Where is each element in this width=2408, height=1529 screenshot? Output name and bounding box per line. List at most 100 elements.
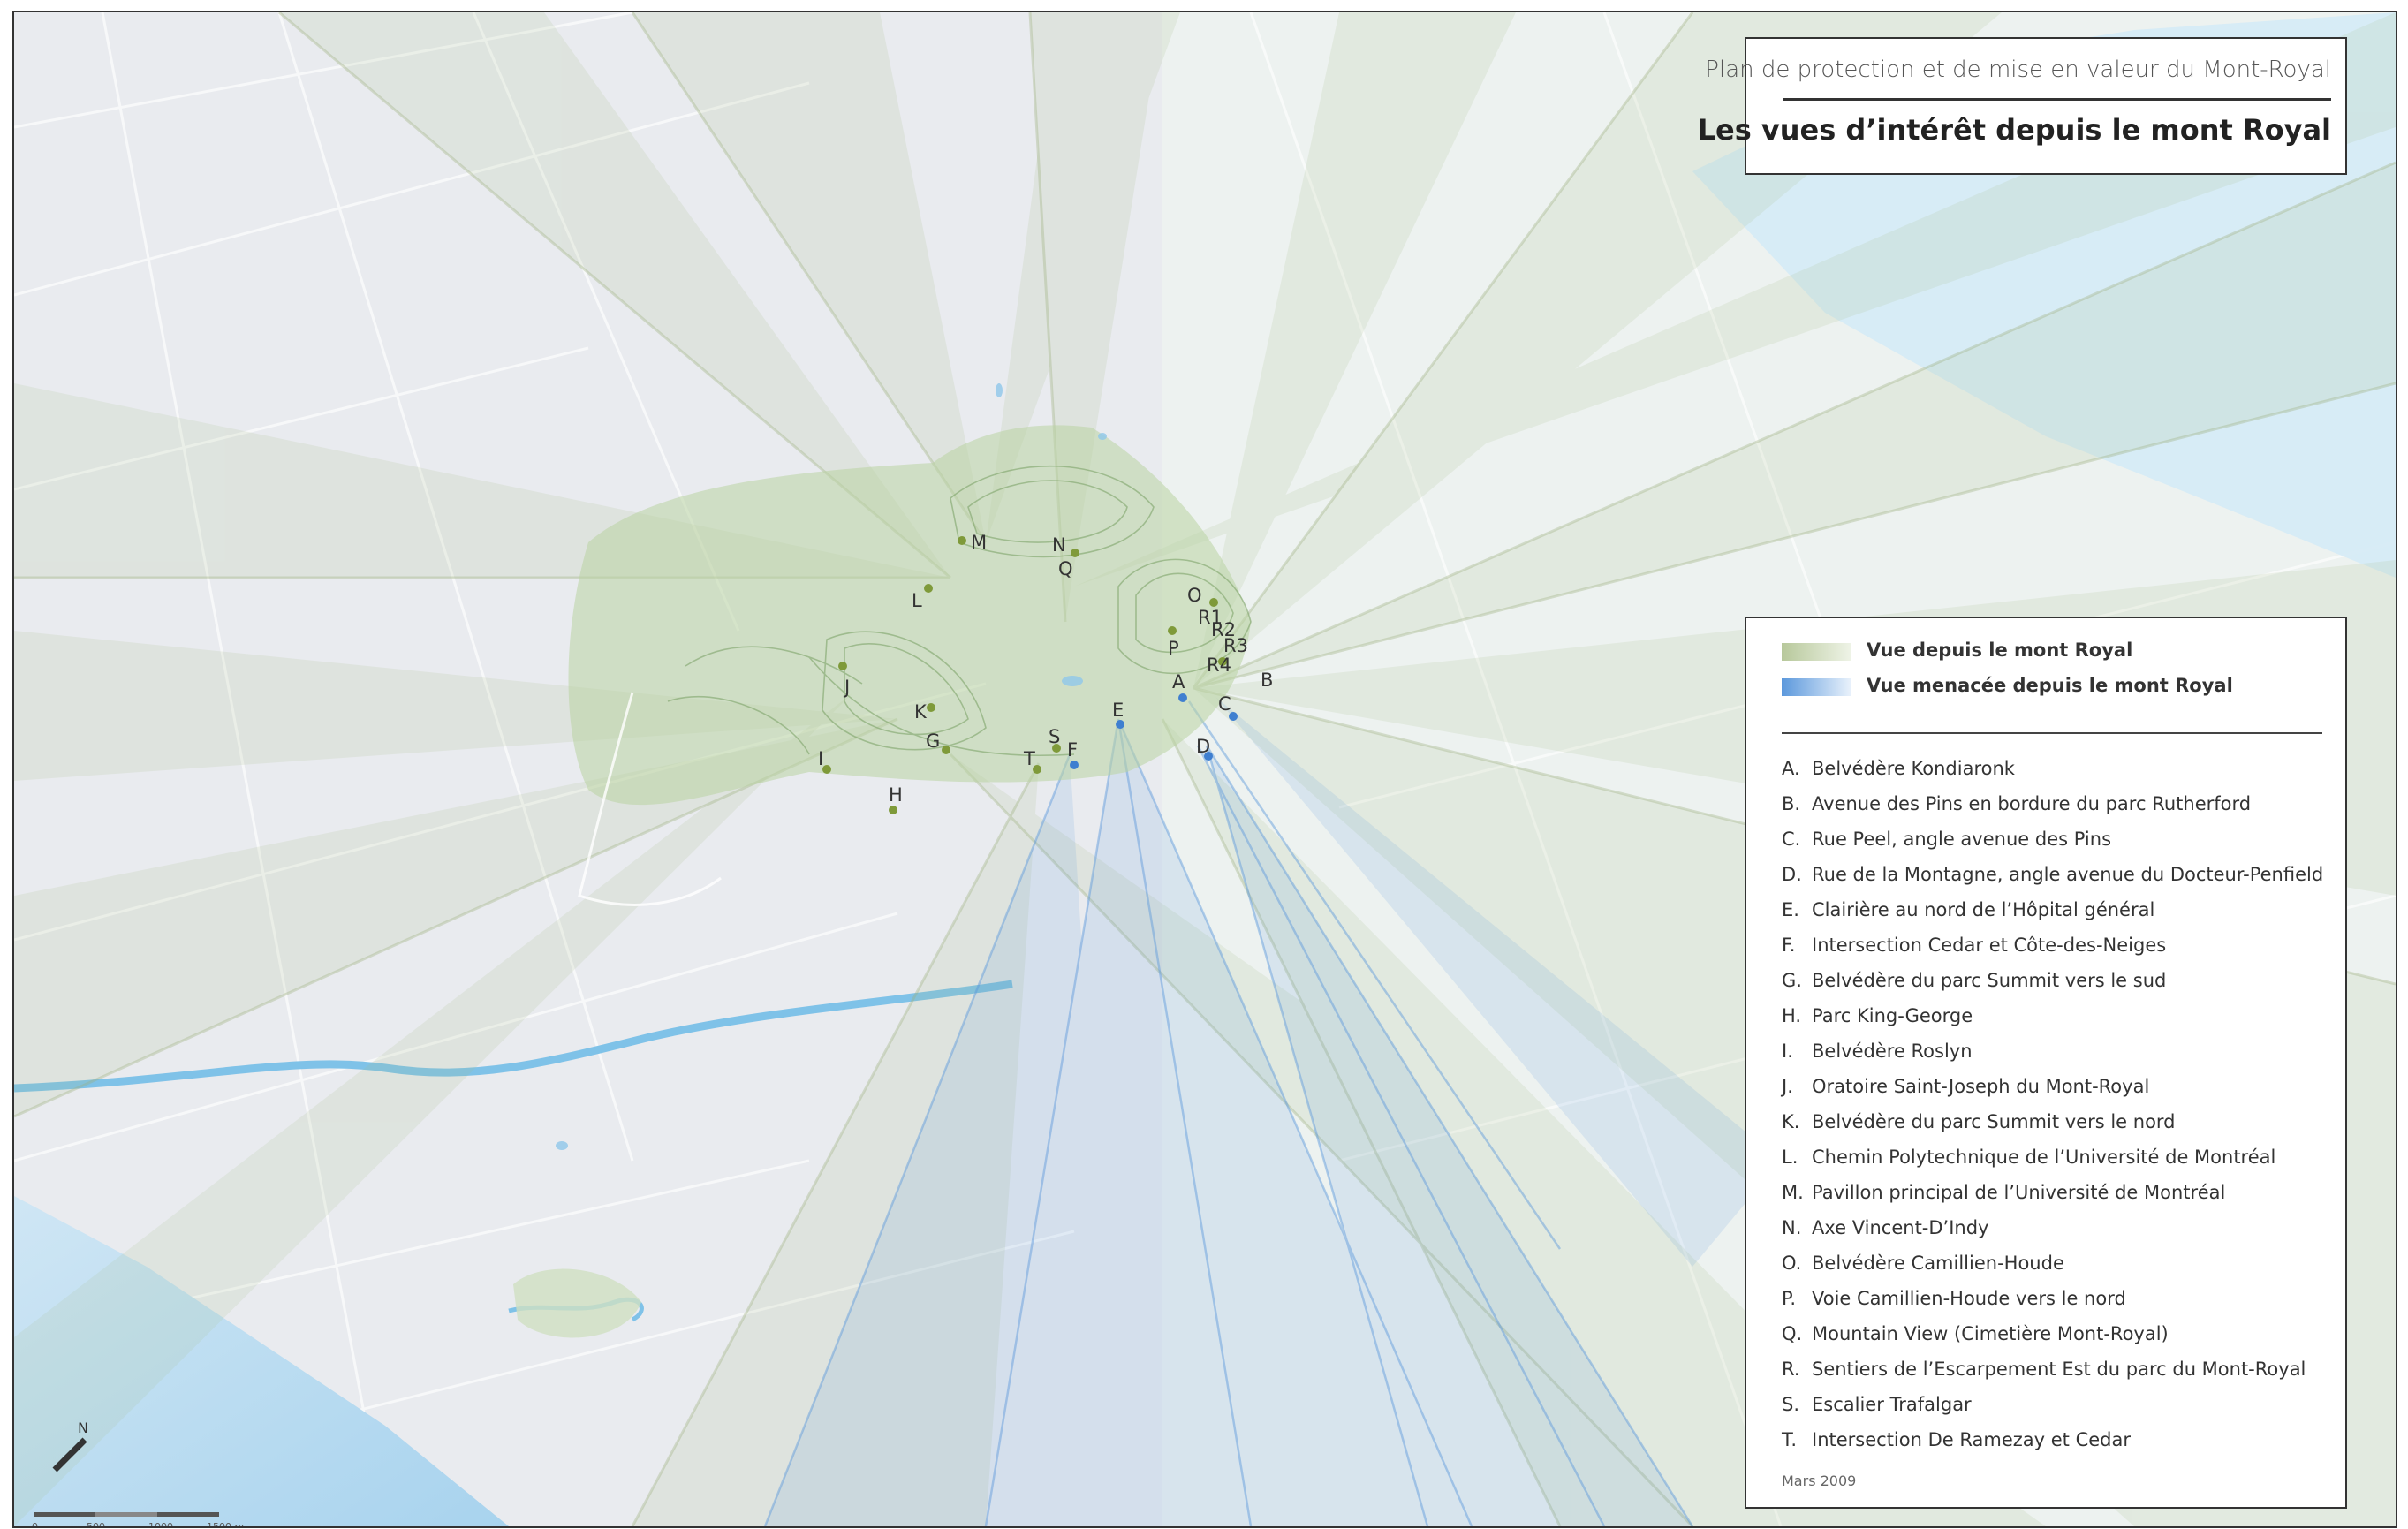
viewpoint-name: Rue Peel, angle avenue des Pins bbox=[1812, 829, 2112, 850]
viewpoint-code: C. bbox=[1782, 829, 1801, 850]
viewpoint-f[interactable] bbox=[1070, 761, 1079, 769]
viewpoint-name: Escalier Trafalgar bbox=[1812, 1394, 1972, 1415]
label-o: O bbox=[1187, 585, 1202, 606]
label-r3: R3 bbox=[1223, 635, 1248, 656]
label-k: K bbox=[914, 701, 928, 723]
list-item: K. Belvédère du parc Summit vers le nord bbox=[1782, 1104, 2323, 1139]
date-label: Mars 2009 bbox=[1782, 1472, 1857, 1489]
viewpoint-code: N. bbox=[1782, 1217, 1802, 1238]
list-item: S. Escalier Trafalgar bbox=[1782, 1387, 2323, 1422]
viewpoint-name: Axe Vincent-D’Indy bbox=[1812, 1217, 1989, 1238]
label-n: N bbox=[1052, 534, 1066, 556]
legend-divider bbox=[1782, 732, 2322, 734]
viewpoint-code: T. bbox=[1782, 1429, 1798, 1450]
list-item: C. Rue Peel, angle avenue des Pins bbox=[1782, 821, 2323, 857]
scale-tick-1000: 1000 bbox=[148, 1521, 173, 1528]
legend-label-view: Vue depuis le mont Royal bbox=[1867, 640, 2133, 661]
viewpoint-code: D. bbox=[1782, 864, 1802, 885]
label-s: S bbox=[1049, 726, 1060, 747]
viewpoint-code: H. bbox=[1782, 1005, 1802, 1026]
viewpoint-name: Pavillon principal de l’Université de Mo… bbox=[1812, 1182, 2226, 1203]
scale-tick-1500: 1500 m bbox=[207, 1521, 244, 1528]
legend: Vue depuis le mont Royal Vue menacée dep… bbox=[1745, 617, 2347, 1509]
label-p: P bbox=[1168, 638, 1179, 659]
list-item: J. Oratoire Saint-Joseph du Mont-Royal bbox=[1782, 1069, 2323, 1104]
list-item: R. Sentiers de l’Escarpement Est du parc … bbox=[1782, 1351, 2323, 1387]
list-item: I. Belvédère Roslyn bbox=[1782, 1033, 2323, 1069]
map-title: Les vues d’intérêt depuis le mont Royal bbox=[1697, 113, 2331, 147]
viewpoint-a[interactable] bbox=[1178, 693, 1187, 702]
viewpoint-list: A. Belvédère Kondiaronk B. Avenue des Pins … bbox=[1782, 751, 2323, 1457]
list-item: H. Parc King-George bbox=[1782, 998, 2323, 1033]
list-item: L. Chemin Polytechnique de l’Université d… bbox=[1782, 1139, 2323, 1175]
viewpoint-name: Belvédère du parc Summit vers le sud bbox=[1812, 970, 2167, 991]
list-item: E. Clairière au nord de l’Hôpital général bbox=[1782, 892, 2323, 927]
list-item: Q. Mountain View (Cimetière Mont-Royal) bbox=[1782, 1316, 2323, 1351]
viewpoint-name: Clairière au nord de l’Hôpital général bbox=[1812, 899, 2155, 920]
viewpoint-code: B. bbox=[1782, 793, 1801, 814]
viewpoint-l[interactable] bbox=[924, 584, 933, 593]
list-item: G. Belvédère du parc Summit vers le sud bbox=[1782, 963, 2323, 998]
viewpoint-e[interactable] bbox=[1116, 720, 1124, 729]
legend-swatch-view bbox=[1782, 643, 1851, 661]
viewpoint-name: Intersection De Ramezay et Cedar bbox=[1812, 1429, 2131, 1450]
list-item: A. Belvédère Kondiaronk bbox=[1782, 751, 2323, 786]
north-arrow-icon: N bbox=[52, 1419, 88, 1472]
label-a: A bbox=[1172, 671, 1185, 693]
viewpoint-name: Rue de la Montagne, angle avenue du Doct… bbox=[1812, 864, 2324, 885]
plan-subtitle: Plan de protection et de mise en valeur … bbox=[1705, 57, 2331, 83]
viewpoint-name: Mountain View (Cimetière Mont-Royal) bbox=[1812, 1323, 2169, 1344]
list-item: N. Axe Vincent-D’Indy bbox=[1782, 1210, 2323, 1245]
label-r4: R4 bbox=[1207, 655, 1231, 676]
list-item: F. Intersection Cedar et Côte-des-Neiges bbox=[1782, 927, 2323, 963]
scale-tick-500: 500 bbox=[87, 1521, 105, 1528]
viewpoint-code: S. bbox=[1782, 1394, 1800, 1415]
viewpoint-code: P. bbox=[1782, 1288, 1797, 1309]
viewpoint-n[interactable] bbox=[1071, 549, 1079, 557]
viewpoint-name: Parc King-George bbox=[1812, 1005, 1973, 1026]
scale-bar: 0 500 1000 1500 m bbox=[32, 1512, 244, 1528]
viewpoint-code: M. bbox=[1782, 1182, 1804, 1203]
label-t: T bbox=[1023, 748, 1035, 769]
legend-label-threatened-view: Vue menacée depuis le mont Royal bbox=[1867, 675, 2233, 696]
viewpoint-k[interactable] bbox=[927, 703, 935, 712]
north-label: N bbox=[78, 1419, 88, 1436]
title-divider bbox=[1783, 98, 2331, 101]
viewpoint-code: J. bbox=[1782, 1076, 1793, 1097]
scale-tick-0: 0 bbox=[32, 1521, 38, 1528]
viewpoint-g[interactable] bbox=[942, 746, 950, 754]
label-c: C bbox=[1218, 693, 1231, 715]
list-item: M. Pavillon principal de l’Université de … bbox=[1782, 1175, 2323, 1210]
label-m: M bbox=[971, 532, 987, 553]
label-h: H bbox=[889, 784, 903, 806]
viewpoint-name: Chemin Polytechnique de l’Université de … bbox=[1812, 1147, 2276, 1168]
viewpoint-name: Belvédère Camillien-Houde bbox=[1812, 1253, 2064, 1274]
viewpoint-name: Sentiers de l’Escarpement Est du parc du… bbox=[1812, 1359, 2306, 1380]
viewpoint-o[interactable] bbox=[1209, 598, 1218, 607]
viewpoint-name: Belvédère Roslyn bbox=[1812, 1041, 1973, 1062]
viewpoint-j[interactable] bbox=[838, 662, 847, 670]
viewpoint-code: F. bbox=[1782, 935, 1796, 956]
label-b: B bbox=[1261, 670, 1273, 691]
label-e: E bbox=[1112, 700, 1124, 721]
viewpoint-m[interactable] bbox=[958, 536, 966, 545]
viewpoint-code: R. bbox=[1782, 1359, 1800, 1380]
viewpoint-p[interactable] bbox=[1168, 626, 1177, 635]
label-i: I bbox=[818, 748, 823, 769]
viewpoint-name: Intersection Cedar et Côte-des-Neiges bbox=[1812, 935, 2167, 956]
list-item: P. Voie Camillien-Houde vers le nord bbox=[1782, 1281, 2323, 1316]
viewpoint-name: Voie Camillien-Houde vers le nord bbox=[1812, 1288, 2126, 1309]
viewpoint-name: Belvédère du parc Summit vers le nord bbox=[1812, 1111, 2176, 1132]
label-l: L bbox=[912, 590, 922, 611]
viewpoint-name: Belvédère Kondiaronk bbox=[1812, 758, 2015, 779]
viewpoint-h[interactable] bbox=[889, 806, 897, 814]
viewpoint-code: E. bbox=[1782, 899, 1799, 920]
viewpoint-code: I. bbox=[1782, 1041, 1793, 1062]
label-g: G bbox=[926, 730, 940, 752]
viewpoint-i[interactable] bbox=[822, 765, 831, 774]
label-q: Q bbox=[1058, 558, 1073, 579]
viewpoint-code: L. bbox=[1782, 1147, 1798, 1168]
label-j: J bbox=[843, 677, 850, 698]
viewpoint-code: A. bbox=[1782, 758, 1800, 779]
label-d: D bbox=[1196, 736, 1210, 757]
